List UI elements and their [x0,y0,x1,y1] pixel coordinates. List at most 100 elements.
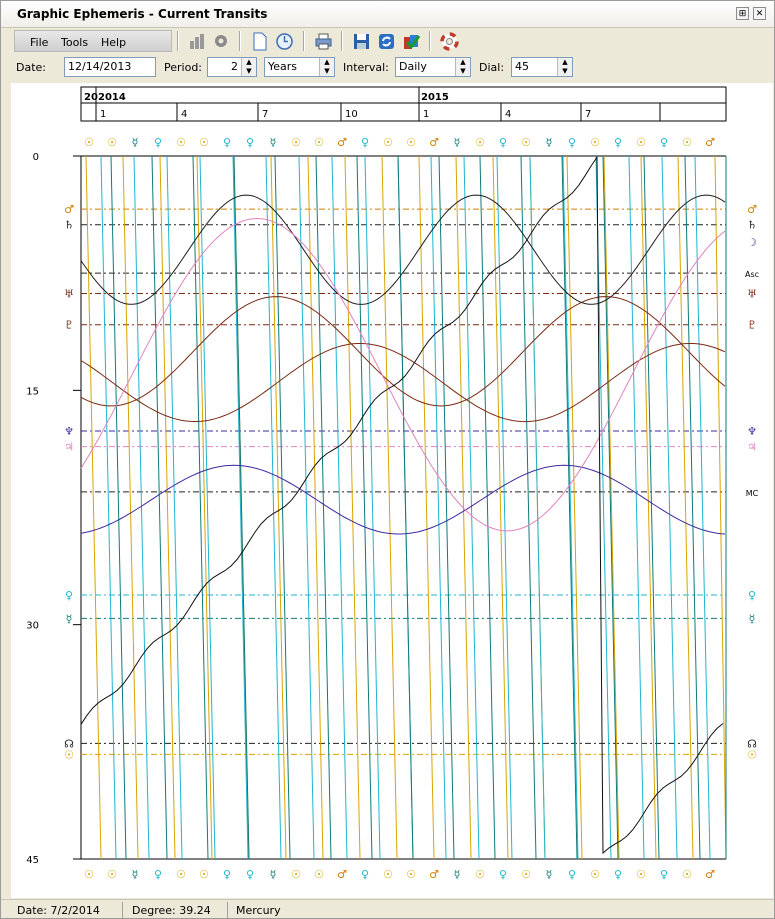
apply-check-icon[interactable] [401,31,422,52]
dial-label: Dial: [479,61,505,74]
interval-select[interactable]: Daily ▲ ▼ [395,57,471,77]
planet-ingress-marker: ♂ [429,136,439,149]
left-marker-mercury: ☿ [66,612,73,625]
pin-icon[interactable]: ⊞ [736,7,749,20]
planet-ingress-marker: ☉ [636,868,646,881]
left-marker-pluto: ♇ [64,319,74,332]
left-marker-neptune: ♆ [64,425,74,438]
clock-icon[interactable] [274,31,295,52]
dial-spinner[interactable]: ▲ ▼ [557,58,572,76]
menu-help[interactable]: Help [101,36,126,49]
planet-ingress-marker: ☉ [383,136,393,149]
planet-ingress-marker: ☉ [176,868,186,881]
left-marker-mars: ♂ [64,203,74,216]
ephemeris-chart[interactable]: 20 2014 20151 4 7 10 1 4 70153045♂♄♅♇♆♃♀☿☊☉♂♄☽As… [11,83,773,898]
toolbar-separator [239,31,241,51]
planet-ingress-marker: ♀ [614,136,622,149]
planet-ingress-marker: ♀ [361,136,369,149]
title-bar: Graphic Ephemeris - Current Transits ⊞ ✕ [1,1,774,28]
menu-file[interactable]: File [30,36,48,49]
planet-ingress-marker: ☿ [270,136,277,149]
chart-icon[interactable] [187,31,208,52]
new-document-icon[interactable] [249,31,270,52]
right-marker-mars: ♂ [747,203,757,216]
planet-ingress-marker: ♂ [337,136,347,149]
period-unit-value: Years [268,60,298,73]
interval-label: Interval: [343,61,389,74]
planet-ingress-marker: ☉ [475,136,485,149]
right-marker-ascendant: Asc [745,270,759,279]
close-icon[interactable]: ✕ [753,7,766,20]
period-label: Period: [164,61,203,74]
period-unit-select[interactable]: Years ▲ ▼ [264,57,335,77]
planet-ingress-marker: ♀ [223,868,231,881]
planet-ingress-marker: ♂ [705,868,715,881]
month-label: 7 [585,109,591,120]
planet-ingress-marker: ☉ [521,868,531,881]
planet-ingress-marker: ♀ [223,136,231,149]
status-bar: Date: 7/2/2014 Degree: 39.24 Mercury [1,899,774,918]
left-marker-uranus: ♅ [64,287,74,300]
interval-spinner[interactable]: ▲ ▼ [455,58,470,76]
left-marker-jupiter: ♃ [64,441,74,454]
planet-ingress-marker: ♂ [337,868,347,881]
status-separator [227,902,228,918]
month-label: 7 [262,109,268,120]
gear-icon[interactable] [211,31,232,52]
month-label: 1 [100,109,106,120]
toolbar-separator [429,31,431,51]
planet-ingress-marker: ☿ [132,868,139,881]
planet-ingress-marker: ☉ [475,868,485,881]
year-label: 2014 [98,92,126,103]
print-icon[interactable] [313,31,334,52]
planet-ingress-marker: ♀ [499,136,507,149]
menu-bar: File Tools Help [14,30,172,52]
toolbar-separator [303,31,305,51]
month-row [80,102,727,122]
y-tick-label: 15 [26,386,39,397]
right-marker-moon: ☽ [747,236,757,249]
status-planet: Mercury [236,904,281,917]
planet-ingress-marker: ☿ [454,868,461,881]
status-degree: Degree: 39.24 [132,904,211,917]
planet-ingress-marker: ☉ [406,136,416,149]
planet-ingress-marker: ☉ [521,136,531,149]
planet-ingress-marker: ♀ [246,136,254,149]
main-toolbar: File Tools Help [11,28,774,54]
menu-tools[interactable]: Tools [61,36,88,49]
planet-ingress-marker: ♀ [154,136,162,149]
planet-ingress-marker: ☉ [176,136,186,149]
planet-ingress-marker: ♀ [660,136,668,149]
help-lifebuoy-icon[interactable] [439,31,460,52]
settings-toolbar: Date: 12/14/2013 Period: 2 ▲ ▼ Years ▲ ▼ Int… [11,54,774,80]
right-marker-pluto: ♇ [747,319,757,332]
planet-ingress-marker: ♂ [705,136,715,149]
planet-ingress-marker: ☉ [107,868,117,881]
period-unit-spinner[interactable]: ▲ ▼ [319,58,334,76]
month-label: 4 [505,109,511,120]
right-marker-saturn: ♄ [747,219,757,232]
date-label: Date: [16,61,46,74]
planet-ingress-marker: ☉ [590,136,600,149]
dial-select[interactable]: 45 ▲ ▼ [511,57,573,77]
planet-ingress-marker: ♀ [660,868,668,881]
refresh-icon[interactable] [376,31,397,52]
ephemeris-window: Graphic Ephemeris - Current Transits ⊞ ✕… [0,0,775,919]
planet-ingress-marker: ♀ [246,868,254,881]
save-icon[interactable] [351,31,372,52]
right-marker-midheaven: MC [746,489,759,498]
date-input[interactable]: 12/14/2013 [64,57,156,77]
ephemeris-chart-area[interactable]: 20 2014 2015 1 4 7 10 1 4 7 0 15 30 45 ♂ ♄ ♅ ♇ ♆ ♃ ♀ ☿ ☊ ☉ ♂ ♄ ☽ As… [11,83,773,898]
period-spinner[interactable]: ▲ ▼ [241,58,256,76]
left-marker-venus: ♀ [65,589,73,602]
planet-ingress-marker: ☿ [270,868,277,881]
period-input[interactable]: 2 ▲ ▼ [207,57,257,77]
year-row [80,86,727,104]
left-marker-saturn: ♄ [64,219,74,232]
right-marker-neptune: ♆ [747,425,757,438]
window-title: Graphic Ephemeris - Current Transits [17,7,268,21]
planet-ingress-marker: ☉ [291,868,301,881]
planet-ingress-marker: ♀ [568,136,576,149]
planet-ingress-marker: ☉ [406,868,416,881]
toolbar-separator [341,31,343,51]
